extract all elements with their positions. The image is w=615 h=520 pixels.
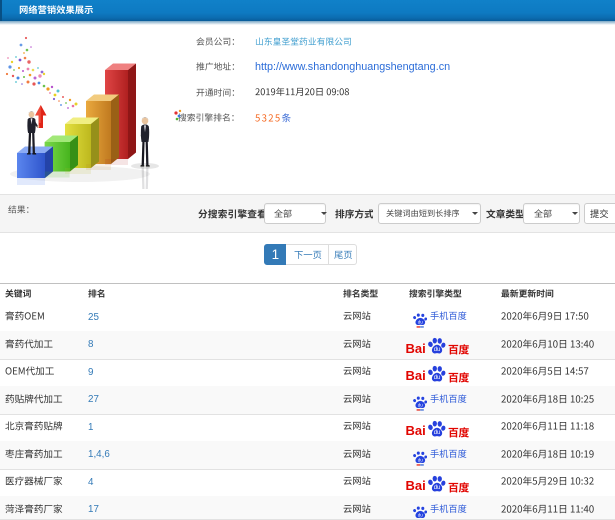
svg-text:du: du <box>433 485 440 491</box>
svg-text:du: du <box>417 512 423 517</box>
svg-text:du: du <box>433 430 440 436</box>
svg-text:du: du <box>433 375 440 381</box>
svg-text:du: du <box>417 457 423 462</box>
svg-text:du: du <box>417 402 423 407</box>
svg-text:du: du <box>433 347 440 353</box>
svg-text:du: du <box>417 320 423 325</box>
